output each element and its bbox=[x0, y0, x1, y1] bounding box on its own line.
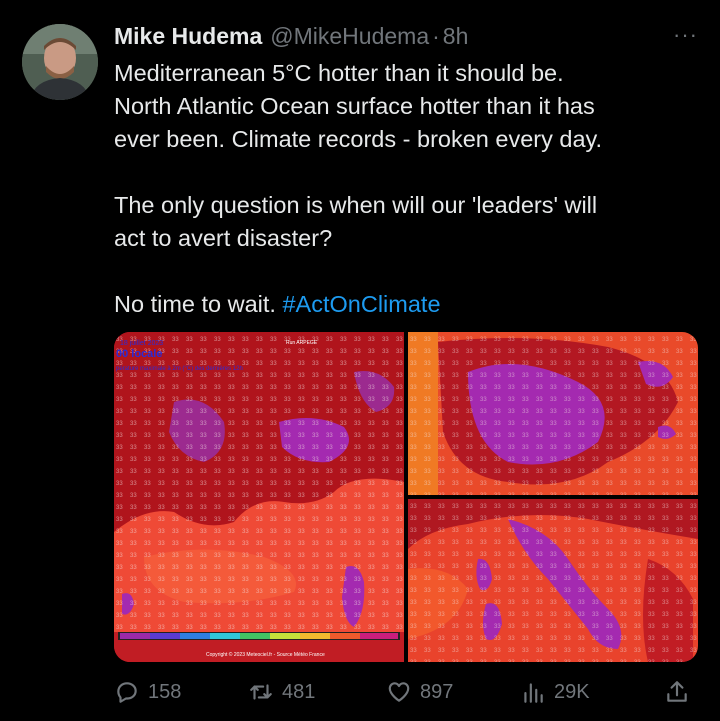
tweet-text-line: North Atlantic Ocean surface hotter than… bbox=[114, 93, 595, 119]
author-handle[interactable]: @MikeHudema bbox=[270, 23, 429, 50]
tweet-text-line: The only question is when will our 'lead… bbox=[114, 192, 598, 218]
views-button[interactable]: 29K bbox=[520, 672, 590, 712]
reply-count: 158 bbox=[148, 680, 182, 703]
avatar-image bbox=[22, 24, 98, 100]
more-options-icon[interactable]: ··· bbox=[673, 22, 698, 48]
tweet-text-line: ever been. Climate records - broken ever… bbox=[114, 126, 603, 152]
like-count: 897 bbox=[420, 680, 454, 703]
reply-icon bbox=[117, 682, 137, 703]
map-image-mediterranean[interactable]: 33 bbox=[114, 332, 404, 662]
author-display-name[interactable]: Mike Hudema bbox=[114, 23, 262, 50]
closing-text: No time to wait. bbox=[114, 291, 276, 317]
tweet-text-line: No time to wait. #ActOnClimate bbox=[114, 288, 700, 321]
tweet-media[interactable]: 33 bbox=[114, 332, 698, 662]
views-count: 29K bbox=[554, 680, 590, 703]
tweet-text-line: act to avert disaster? bbox=[114, 225, 333, 251]
tweet-text: Mediterranean 5°C hotter than it should … bbox=[114, 57, 700, 321]
retweet-count: 481 bbox=[282, 680, 316, 703]
reply-button[interactable]: 158 bbox=[114, 672, 181, 712]
tweet-timestamp[interactable]: 8h bbox=[443, 23, 469, 50]
heart-icon bbox=[388, 682, 410, 702]
avatar[interactable] bbox=[22, 24, 98, 100]
bar-chart-icon bbox=[524, 683, 543, 703]
like-button[interactable]: 897 bbox=[386, 672, 453, 712]
map-credit: Copyright © 2023 Meteociel.fr - Source M… bbox=[206, 651, 325, 658]
retweet-icon bbox=[250, 684, 272, 700]
map-image-iberia[interactable] bbox=[408, 332, 698, 495]
share-icon bbox=[667, 681, 687, 702]
map-model-label: Run ARPEGE bbox=[286, 340, 318, 346]
hashtag-link[interactable]: #ActOnClimate bbox=[282, 291, 440, 317]
retweet-button[interactable]: 481 bbox=[248, 672, 315, 712]
map-caption-label: pérature maximale à 2m (°C) des dernière… bbox=[116, 366, 243, 372]
header-separator: · bbox=[432, 22, 440, 49]
map-time-label: 00 locale bbox=[116, 348, 162, 360]
tweet-header: Mike Hudema @MikeHudema · 8h ··· bbox=[114, 20, 698, 52]
map-image-italy[interactable] bbox=[408, 499, 698, 662]
tweet-text-line: Mediterranean 5°C hotter than it should … bbox=[114, 60, 564, 86]
map-date-label: 18 juillet 2023 bbox=[120, 340, 163, 347]
tweet-actions: 158 481 897 29K bbox=[114, 672, 700, 712]
share-button[interactable] bbox=[664, 672, 690, 712]
